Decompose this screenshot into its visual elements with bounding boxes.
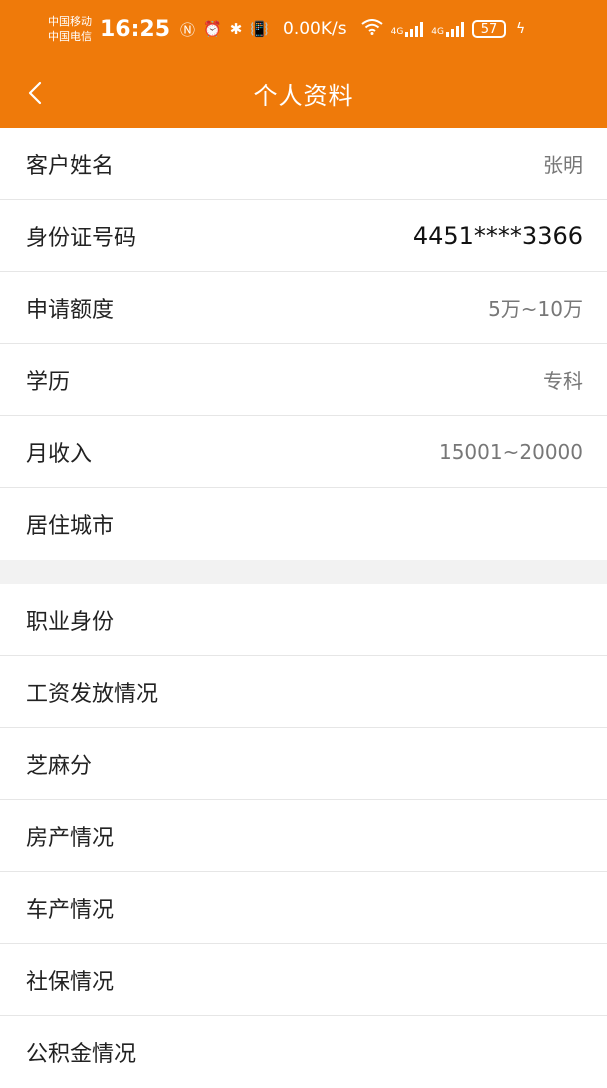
row-value: 4451****3366 [412, 221, 583, 250]
row-social-security[interactable]: 社保情况 [0, 944, 607, 1016]
row-sesame-score[interactable]: 芝麻分 [0, 728, 607, 800]
charging-icon: ϟ [516, 21, 526, 37]
app-header: 中国移动 中国电信 16:25 Ⓝ ⏰ ✱ 📳 0.00K/s 4G 4G 57… [0, 0, 607, 128]
network-type-2: 4G [431, 27, 444, 37]
row-label: 工资发放情况 [26, 681, 159, 707]
carrier-2: 中国电信 [48, 30, 92, 43]
row-occupation[interactable]: 职业身份 [0, 584, 607, 656]
row-id-number[interactable]: 身份证号码 4451****3366 [0, 200, 607, 272]
status-time: 16:25 [100, 16, 171, 42]
network-type-1: 4G [390, 27, 404, 37]
row-housing-fund[interactable]: 公积金情况 [0, 1016, 607, 1088]
signal-icon [405, 21, 424, 37]
status-bar: 中国移动 中国电信 16:25 Ⓝ ⏰ ✱ 📳 0.00K/s 4G 4G 57… [0, 0, 607, 58]
row-label: 月收入 [26, 441, 93, 467]
row-label: 学历 [26, 369, 71, 395]
signal-4g-1: 4G [391, 21, 424, 37]
signal-icon [446, 21, 464, 37]
row-value: 5万~10万 [488, 297, 583, 321]
row-value: 张明 [543, 153, 583, 177]
row-label: 公积金情况 [26, 1042, 137, 1067]
row-customer-name[interactable]: 客户姓名 张明 [0, 128, 607, 200]
signal-4g-2: 4G [431, 21, 464, 37]
wifi-icon [360, 19, 383, 39]
detail-info-section: 职业身份 工资发放情况 芝麻分 房产情况 车产情况 社保情况 公积金情况 [0, 584, 607, 1088]
row-monthly-income[interactable]: 月收入 15001~20000 [0, 416, 607, 488]
row-label: 社保情况 [26, 969, 115, 995]
basic-info-section: 客户姓名 张明 身份证号码 4451****3366 申请额度 5万~10万 学… [0, 128, 607, 560]
row-loan-amount[interactable]: 申请额度 5万~10万 [0, 272, 607, 344]
network-speed: 0.00K/s [283, 19, 347, 39]
chevron-left-icon [28, 81, 42, 105]
row-salary-payment[interactable]: 工资发放情况 [0, 656, 607, 728]
row-label: 身份证号码 [26, 225, 137, 251]
status-icons: Ⓝ ⏰ ✱ 📳 0.00K/s 4G 4G 57 ϟ [180, 19, 525, 40]
row-label: 申请额度 [26, 297, 115, 323]
battery-icon: 57 [472, 20, 506, 38]
row-label: 职业身份 [26, 609, 115, 635]
row-label: 客户姓名 [26, 153, 115, 179]
nfc-icon: Ⓝ [180, 20, 196, 39]
row-value: 专科 [543, 369, 583, 393]
section-divider [0, 560, 607, 584]
row-car[interactable]: 车产情况 [0, 872, 607, 944]
page-title: 个人资料 [253, 81, 354, 110]
row-label: 芝麻分 [26, 753, 93, 779]
vibrate-icon: 📳 [250, 20, 269, 38]
row-label: 居住城市 [26, 514, 115, 539]
bluetooth-icon: ✱ [229, 20, 243, 38]
carrier-1: 中国移动 [48, 15, 92, 28]
back-button[interactable] [20, 78, 50, 108]
nav-bar: 个人资料 [0, 58, 607, 128]
row-city[interactable]: 居住城市 [0, 488, 607, 560]
row-label: 车产情况 [26, 897, 115, 923]
alarm-icon: ⏰ [203, 20, 222, 38]
row-label: 房产情况 [26, 825, 115, 851]
row-value: 15001~20000 [438, 439, 583, 464]
row-property[interactable]: 房产情况 [0, 800, 607, 872]
carrier-names: 中国移动 中国电信 [48, 14, 92, 44]
battery-level: 57 [480, 21, 498, 37]
row-education[interactable]: 学历 专科 [0, 344, 607, 416]
